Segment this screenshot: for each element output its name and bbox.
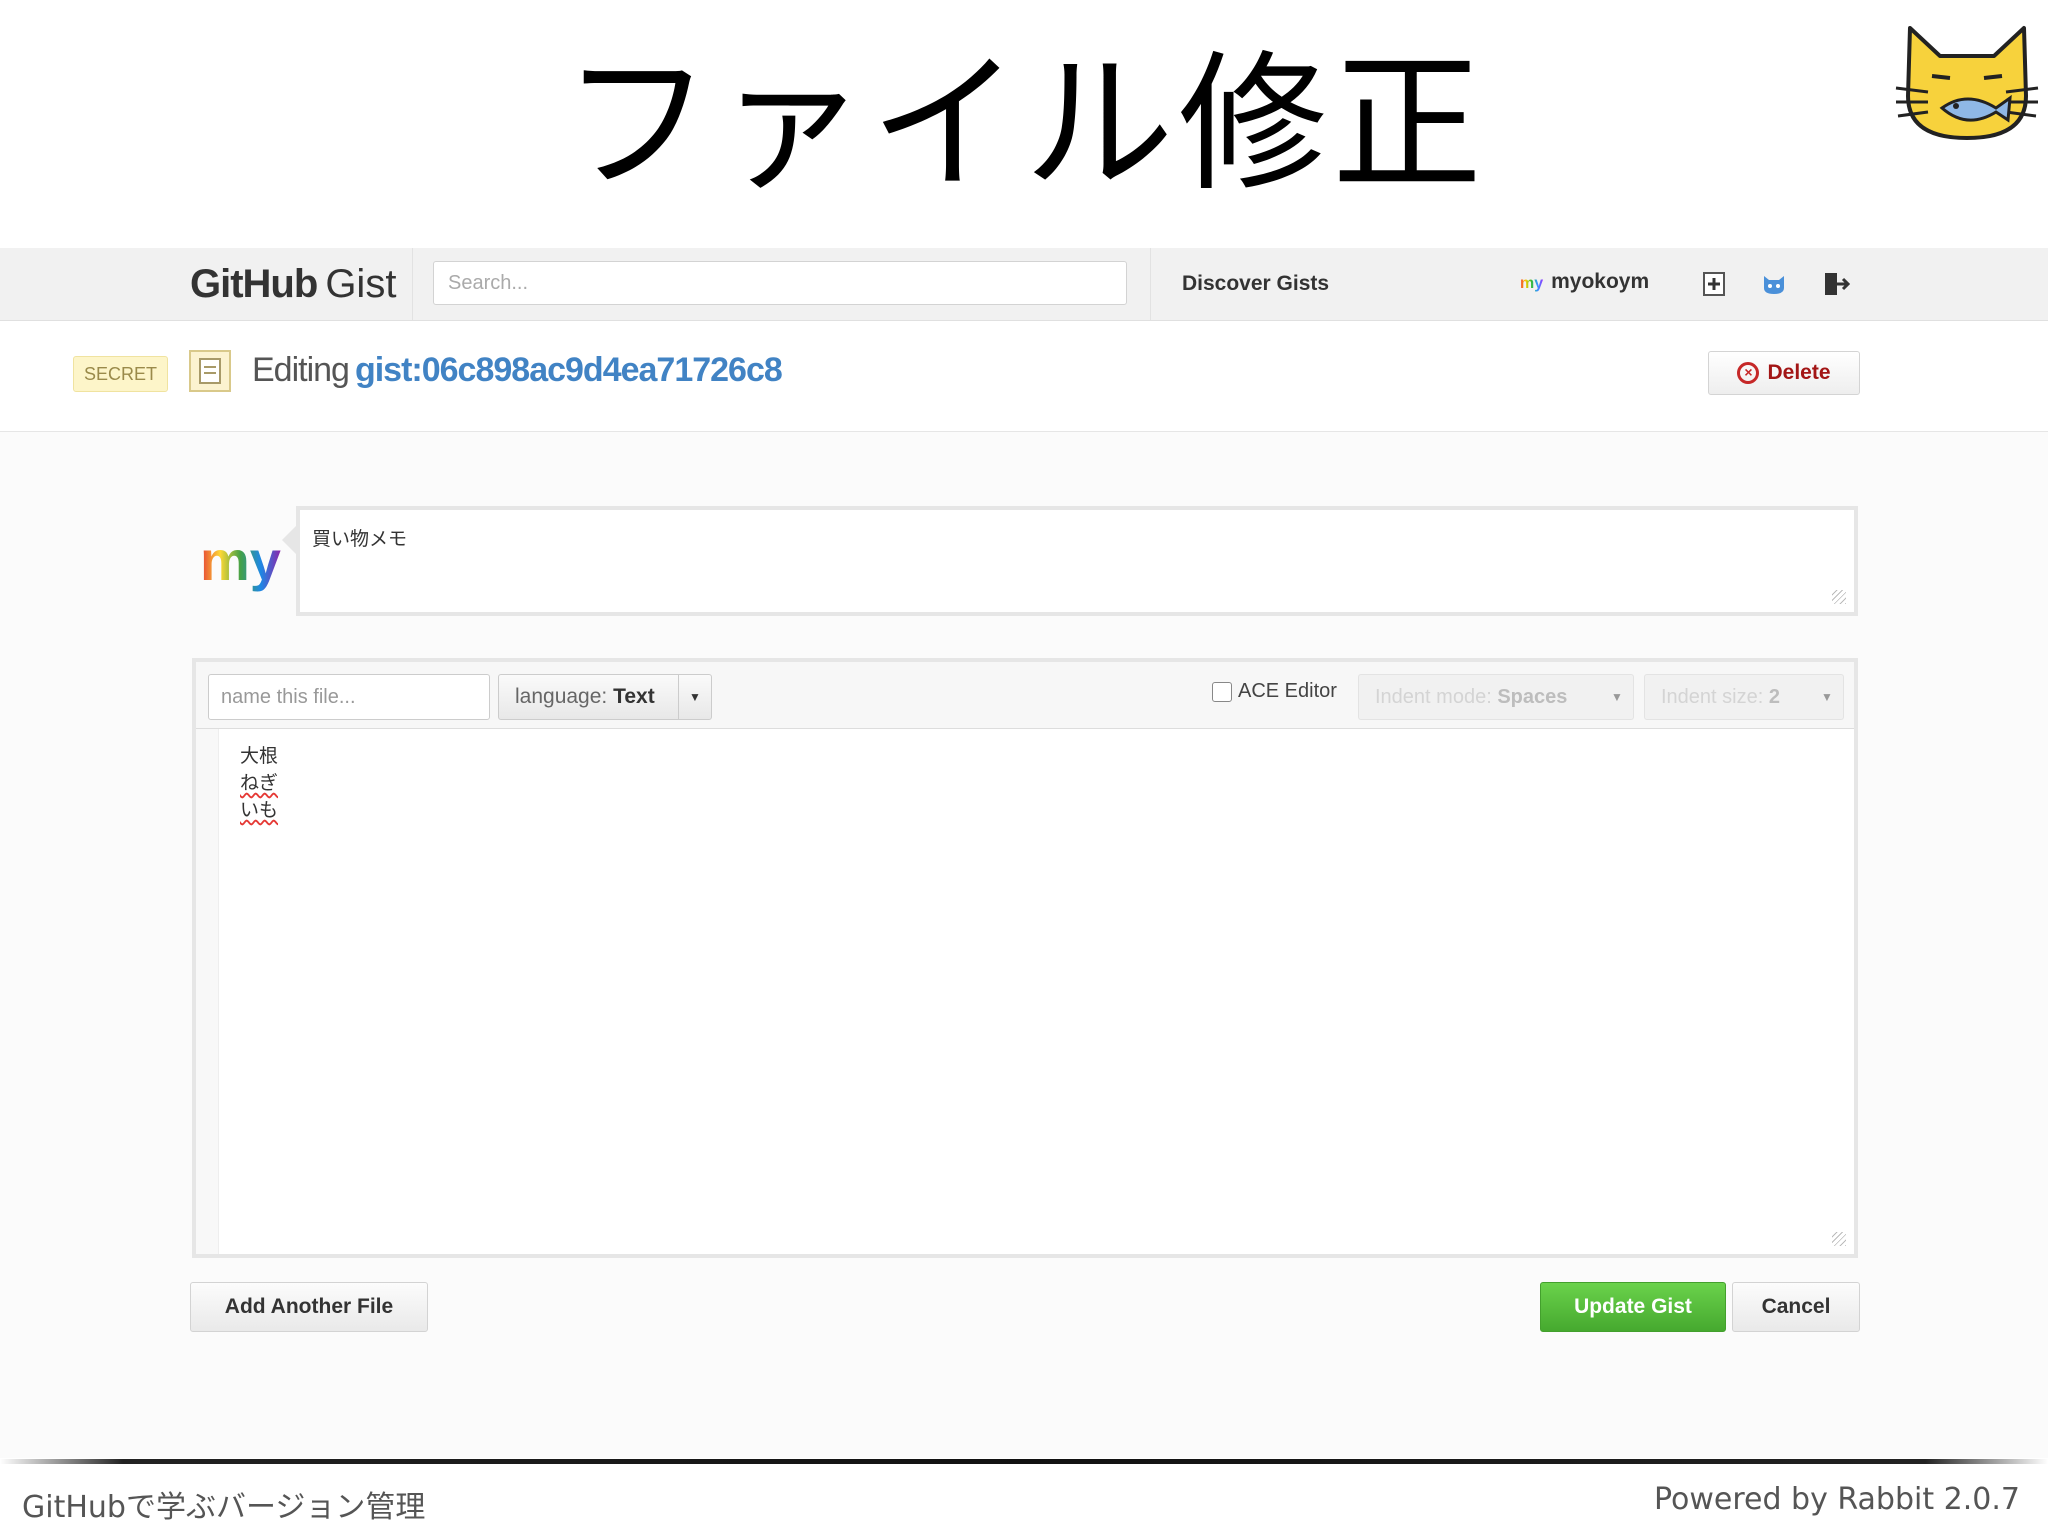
divider [412,248,413,320]
resize-handle[interactable] [1832,590,1846,604]
gist-file-icon [189,350,231,392]
gist-edit-screenshot: GitHub Gist Search... Discover Gists my my… [0,248,2048,1458]
ace-editor-checkbox[interactable] [1212,681,1232,702]
code-lines: 大根 ねぎ いも [240,743,278,824]
update-gist-button[interactable]: Update Gist [1540,1282,1726,1332]
indent-size-value: 2 [1768,686,1780,708]
language-value: Text [613,685,655,708]
code-editor[interactable]: 大根 ねぎ いも [196,729,1854,1254]
indent-mode-value: Spaces [1497,686,1568,708]
indent-size-select: Indent size: 2 ▼ [1644,674,1844,720]
footer-divider [0,1459,2048,1464]
chevron-down-icon: ▼ [678,675,711,719]
octocat-icon[interactable] [1760,270,1788,298]
gist-header: SECRET Editing gist:06c898ac9d4ea71726c8 … [0,321,2048,432]
new-gist-icon[interactable] [1700,270,1728,298]
user-profile-link[interactable]: my myokoym [1520,270,1649,294]
indent-mode-label: Indent mode: [1375,686,1492,708]
footer-title: GitHubで学ぶバージョン管理 [22,1490,426,1525]
chevron-down-icon: ▼ [1611,690,1623,704]
user-avatar: my [1520,275,1544,292]
ace-editor-label: ACE Editor [1238,680,1337,702]
file-header: name this file... language: Text ▼ ACE E… [196,662,1854,729]
delete-label: Delete [1767,361,1831,384]
language-select[interactable]: language: Text ▼ [498,674,712,720]
delete-icon: × [1737,362,1760,384]
divider [1150,248,1151,320]
search-input[interactable]: Search... [433,261,1127,305]
gist-topbar: GitHub Gist Search... Discover Gists my my… [0,248,2048,321]
description-value: 買い物メモ [312,528,408,550]
code-line: ねぎ [240,772,279,794]
description-textarea[interactable]: 買い物メモ [282,506,1858,616]
code-line: いも [240,799,279,821]
code-line: 大根 [240,745,279,767]
resize-handle[interactable] [1832,1232,1846,1246]
sign-out-icon[interactable] [1822,270,1850,298]
indent-size-label: Indent size: [1661,686,1764,708]
slide-title: ファイル修正 [561,38,1486,212]
github-gist-logo[interactable]: GitHub Gist [190,262,396,307]
indent-mode-select: Indent mode: Spaces ▼ [1358,674,1634,720]
secret-badge: SECRET [73,356,169,392]
editing-heading: Editing gist:06c898ac9d4ea71726c8 [252,351,783,390]
username: myokoym [1551,270,1650,293]
logo-github-text: GitHub [190,262,318,306]
cat-mascot-icon [1895,26,2039,140]
editing-label: Editing [252,351,350,389]
delete-button[interactable]: × Delete [1708,351,1860,395]
add-another-file-button[interactable]: Add Another File [190,1282,428,1332]
discover-gists-link[interactable]: Discover Gists [1182,272,1329,296]
language-label: language: [515,685,608,708]
footer-credit: Powered by Rabbit 2.0.7 [1653,1482,2020,1517]
gist-id-link[interactable]: gist:06c898ac9d4ea71726c8 [355,351,783,389]
file-editor-box: name this file... language: Text ▼ ACE E… [192,658,1858,1258]
chevron-down-icon: ▼ [1821,690,1833,704]
ace-editor-toggle[interactable]: ACE Editor [1212,680,1337,703]
filename-input[interactable]: name this file... [208,674,490,720]
editor-gutter [196,729,219,1254]
avatar: my [200,529,281,592]
logo-gist-text: Gist [325,262,397,306]
cancel-button[interactable]: Cancel [1732,1282,1860,1332]
